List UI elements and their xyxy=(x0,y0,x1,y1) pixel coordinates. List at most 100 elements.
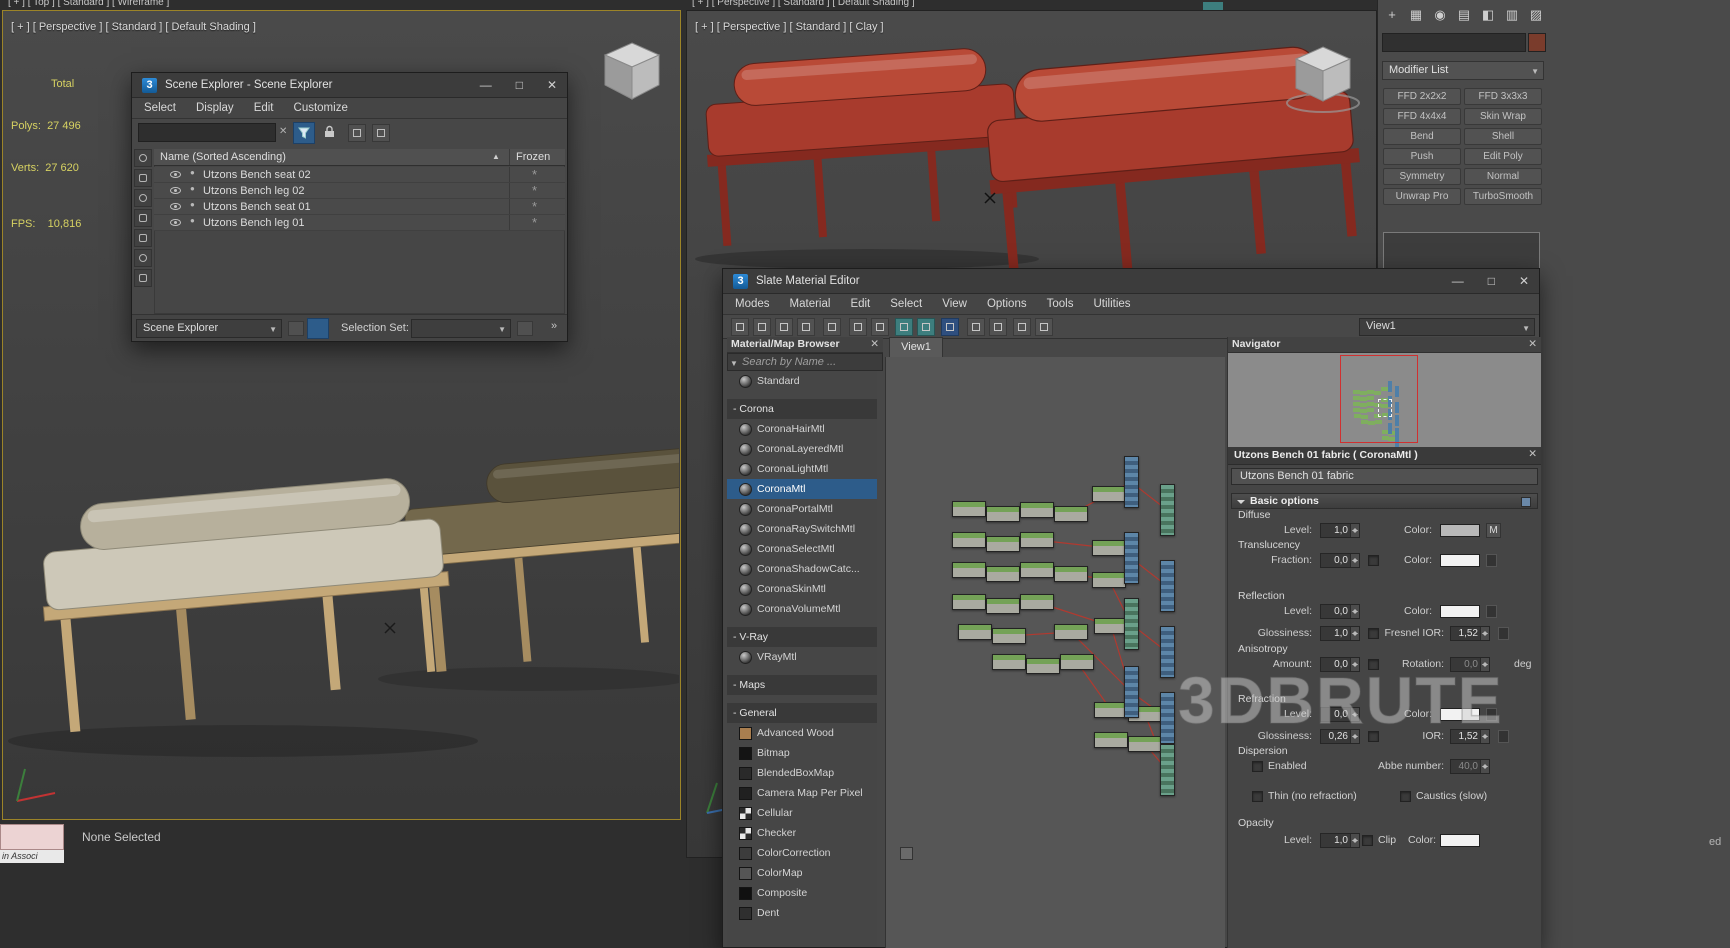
view-selector-dropdown[interactable]: View1 ▼ xyxy=(1359,318,1535,336)
parameters-header[interactable]: Utzons Bench 01 fabric ( CoronaMtl ) ✕ xyxy=(1228,447,1541,465)
object-name[interactable]: Utzons Bench seat 02 xyxy=(203,169,311,181)
browser-section-maps[interactable]: - Maps xyxy=(727,675,877,695)
more-chevrons[interactable]: » xyxy=(551,320,557,332)
browser-section-corona[interactable]: - Corona xyxy=(727,399,877,419)
caustics-checkbox[interactable] xyxy=(1400,791,1411,802)
show-shaded-material-icon[interactable] xyxy=(895,318,913,336)
thin-checkbox[interactable] xyxy=(1252,791,1263,802)
modify-tab-icon[interactable]: ◉ xyxy=(1430,5,1450,25)
view1-tab[interactable]: View1 xyxy=(889,337,943,357)
browser-panel-header[interactable]: Material/Map Browser ✕ xyxy=(727,337,883,353)
map-node[interactable] xyxy=(1020,594,1054,610)
modifier-button-turbosmooth[interactable]: TurboSmooth xyxy=(1464,188,1542,205)
close-button[interactable]: ✕ xyxy=(1519,274,1529,288)
browser-options-icon[interactable]: ▼ xyxy=(730,359,738,368)
material-node[interactable] xyxy=(1124,456,1139,508)
browser-item-bitmap[interactable]: Bitmap xyxy=(727,743,877,763)
map-node[interactable] xyxy=(1092,572,1126,588)
display-tab-icon[interactable]: ▥ xyxy=(1502,5,1522,25)
map-node[interactable] xyxy=(1092,540,1126,556)
map-node[interactable] xyxy=(1020,562,1054,578)
browser-item-vraymtl[interactable]: VRayMtl xyxy=(727,647,877,667)
menu-edit[interactable]: Edit xyxy=(254,102,274,114)
browser-item-camera-map-per-pixel[interactable]: Camera Map Per Pixel xyxy=(727,783,877,803)
menu-utilities[interactable]: Utilities xyxy=(1093,298,1130,310)
object-name[interactable]: Utzons Bench leg 02 xyxy=(203,185,305,197)
abbe-spinner[interactable]: 40,0 xyxy=(1450,759,1490,774)
object-color-swatch[interactable] xyxy=(1528,33,1546,52)
dispersion-enabled-checkbox[interactable] xyxy=(1252,761,1263,772)
scene-object-row[interactable]: ●Utzons Bench seat 02* xyxy=(154,167,565,183)
map-node[interactable] xyxy=(1020,502,1054,518)
translucency-fraction-spinner[interactable]: 0,0 xyxy=(1320,553,1360,568)
material-name-field[interactable]: Utzons Bench 01 fabric xyxy=(1231,468,1538,485)
move-children-icon[interactable] xyxy=(849,318,867,336)
toggle-display-icon[interactable] xyxy=(307,318,329,339)
object-name[interactable]: Utzons Bench seat 01 xyxy=(203,201,311,213)
scene-object-row[interactable]: ●Utzons Bench leg 01* xyxy=(154,215,565,231)
browser-item-colorcorrection[interactable]: ColorCorrection xyxy=(727,843,877,863)
lock-icon[interactable] xyxy=(324,125,335,141)
filter-funnel-icon[interactable] xyxy=(293,122,315,144)
clip-checkbox[interactable] xyxy=(1362,835,1373,846)
explorer-columns-icon[interactable] xyxy=(372,124,390,142)
add-icon[interactable]: + xyxy=(1382,5,1402,25)
modifier-button-symmetry[interactable]: Symmetry xyxy=(1383,168,1461,185)
refraction-gloss-spinner[interactable]: 0,26 xyxy=(1320,729,1360,744)
refraction-map-slot[interactable] xyxy=(1486,708,1497,721)
map-node[interactable] xyxy=(1094,732,1128,748)
layout-children-icon[interactable] xyxy=(989,318,1007,336)
clear-search-icon[interactable]: ✕ xyxy=(279,126,287,137)
new-scene-explorer-icon[interactable] xyxy=(348,124,366,142)
maxscript-mini-listener[interactable] xyxy=(0,824,64,850)
map-node[interactable] xyxy=(958,624,992,640)
reflection-color-swatch[interactable] xyxy=(1440,605,1480,618)
material-node[interactable] xyxy=(1160,484,1175,536)
delete-icon[interactable] xyxy=(823,318,841,336)
modifier-button-ffd-4x4x4[interactable]: FFD 4x4x4 xyxy=(1383,108,1461,125)
map-node[interactable] xyxy=(952,532,986,548)
scene-object-row[interactable]: ●Utzons Bench seat 01* xyxy=(154,199,565,215)
menu-select[interactable]: Select xyxy=(890,298,922,310)
object-name[interactable]: Utzons Bench leg 01 xyxy=(203,217,305,229)
rotation-spinner[interactable]: 0,0 xyxy=(1450,657,1490,672)
minimize-button[interactable]: — xyxy=(480,78,492,92)
map-node[interactable] xyxy=(952,594,986,610)
browser-item-blendedboxmap[interactable]: BlendedBoxMap xyxy=(727,763,877,783)
modifier-button-shell[interactable]: Shell xyxy=(1464,128,1542,145)
close-icon[interactable]: ✕ xyxy=(1528,448,1537,460)
scene-explorer-window[interactable]: 3 Scene Explorer - Scene Explorer — □ ✕ … xyxy=(131,72,568,342)
material-node[interactable] xyxy=(1160,744,1175,796)
modifier-button-push[interactable]: Push xyxy=(1383,148,1461,165)
close-icon[interactable]: ✕ xyxy=(870,338,879,350)
ior-spinner[interactable]: 1,52 xyxy=(1450,729,1490,744)
map-node[interactable] xyxy=(1054,506,1088,522)
map-node[interactable] xyxy=(986,598,1020,614)
map-node[interactable] xyxy=(992,654,1026,670)
close-button[interactable]: ✕ xyxy=(547,78,557,92)
browser-item-coronarayswitchmtl[interactable]: CoronaRaySwitchMtl xyxy=(727,519,877,539)
browser-item-coronavolumemtl[interactable]: CoronaVolumeMtl xyxy=(727,599,877,619)
material-node[interactable] xyxy=(1124,598,1139,650)
selection-set-dropdown[interactable]: ▼ xyxy=(411,319,511,338)
material-node[interactable] xyxy=(1160,560,1175,612)
diffuse-level-spinner[interactable]: 1,0 xyxy=(1320,523,1360,538)
frozen-icon[interactable]: * xyxy=(532,167,537,182)
material-node[interactable] xyxy=(1124,666,1139,718)
menu-customize[interactable]: Customize xyxy=(294,102,348,114)
menu-options[interactable]: Options xyxy=(987,298,1027,310)
display-all-icon[interactable] xyxy=(134,149,152,167)
map-node[interactable] xyxy=(986,536,1020,552)
opacity-level-spinner[interactable]: 1,0 xyxy=(1320,833,1360,848)
map-node[interactable] xyxy=(1054,624,1088,640)
display-cameras-icon[interactable] xyxy=(134,209,152,227)
map-node[interactable] xyxy=(952,562,986,578)
navigator-minimap[interactable] xyxy=(1228,353,1541,447)
material-node[interactable] xyxy=(1160,626,1175,678)
hierarchy-tab-icon[interactable]: ▤ xyxy=(1454,5,1474,25)
opacity-color-swatch[interactable] xyxy=(1440,834,1480,847)
utilities-tab-icon[interactable]: ▨ xyxy=(1526,5,1546,25)
frozen-icon[interactable]: * xyxy=(532,199,537,214)
diffuse-map-button[interactable]: M xyxy=(1486,523,1501,538)
maximize-button[interactable]: □ xyxy=(516,78,523,92)
